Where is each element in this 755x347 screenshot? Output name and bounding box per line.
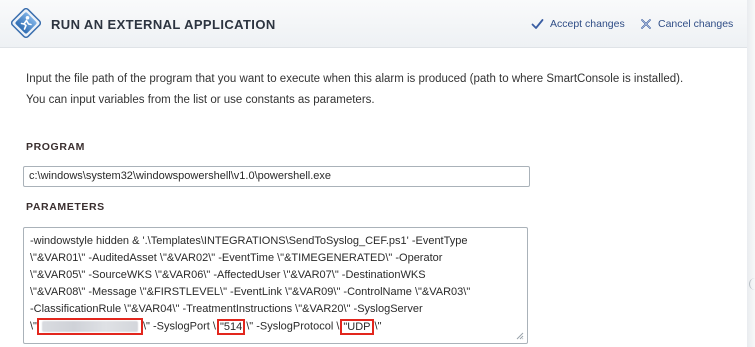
- accept-changes-button[interactable]: Accept changes: [531, 16, 625, 32]
- syslog-port-highlight: "514: [216, 318, 246, 335]
- program-label: Program: [26, 141, 86, 153]
- dialog-header: Run an External Application Accept chang…: [0, 0, 747, 48]
- instructions-line-1: Input the file path of the program that …: [26, 73, 684, 85]
- parameters-line-last: \" \" -SyslogPort \ "514 \" -SyslogProtocol…: [30, 318, 521, 336]
- cancel-changes-label: Cancel changes: [658, 18, 734, 30]
- cancel-changes-button[interactable]: Cancel changes: [640, 16, 733, 32]
- side-splitter[interactable]: [747, 0, 755, 347]
- parameters-line: -windowstyle hidden & '.\Templates\INTEG…: [30, 235, 468, 247]
- parameters-line: \"&VAR01\" -AuditedAsset \"&VAR02\" -Eve…: [30, 252, 443, 264]
- resize-grip-icon[interactable]: [516, 332, 524, 340]
- close-icon: [641, 19, 651, 29]
- instructions-line-2: You can input variables from the list or…: [26, 94, 375, 106]
- parameters-line: \"&VAR08\" -Message \"&FIRSTLEVEL\" -Eve…: [30, 286, 471, 298]
- quote-text: \": [374, 320, 382, 333]
- parameters-textarea[interactable]: -windowstyle hidden & '.\Templates\INTEG…: [23, 227, 528, 344]
- run-application-icon: [11, 8, 41, 38]
- checkmark-icon: [531, 19, 544, 29]
- instructions-text: Input the file path of the program that …: [26, 69, 736, 111]
- syslog-port-text: \" -SyslogPort \: [142, 320, 216, 333]
- accept-changes-label: Accept changes: [550, 18, 625, 30]
- redacted-server-address: [41, 321, 138, 332]
- program-path-input[interactable]: c:\windows\system32\windowspowershell\v1…: [23, 166, 530, 187]
- syslog-protocol-value: UDP: [347, 320, 371, 333]
- quote-text: \": [30, 320, 37, 333]
- dialog-panel: Run an External Application Accept chang…: [0, 0, 748, 347]
- syslog-protocol-text: \" -SyslogProtocol \: [246, 320, 340, 333]
- parameters-line: -ClassificationRule \"&VAR04\" -Treatmen…: [30, 303, 423, 315]
- syslog-protocol-highlight: "UDP: [340, 318, 374, 335]
- splitter-handle-icon[interactable]: [749, 278, 755, 290]
- syslog-port-value: 514: [223, 320, 243, 333]
- dialog-title: Run an External Application: [51, 17, 276, 32]
- syslog-server-highlight: [36, 318, 143, 336]
- parameters-line: \"&VAR05\" -SourceWKS \"&VAR06\" -Affect…: [30, 269, 426, 281]
- parameters-label: Parameters: [26, 201, 105, 213]
